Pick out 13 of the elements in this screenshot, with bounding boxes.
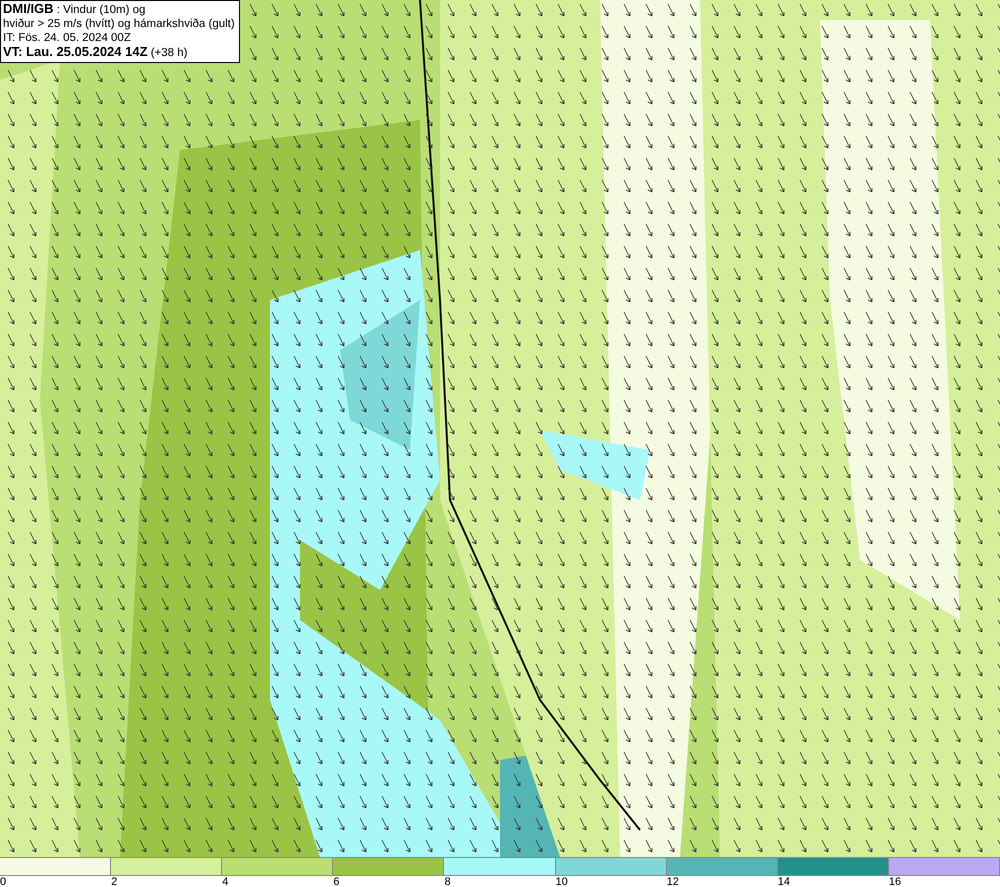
info-line: VT: Lau. 25.05.2024 14Z (+38 h) (3, 45, 188, 60)
info-line: DMI/IGB : Vindur (10m) og (3, 2, 146, 17)
legend-label: 16 (888, 876, 902, 887)
legend-label: 10 (556, 876, 568, 887)
legend-label: 8 (444, 876, 451, 887)
info-line: IT: Fös. 24. 05. 2024 00Z (3, 31, 132, 45)
legend-label: 12 (666, 876, 679, 887)
legend-label: 4 (222, 876, 228, 887)
legend-label: 6 (333, 876, 340, 887)
legend-label: 14 (778, 876, 790, 887)
legend-label: 0 (0, 876, 6, 887)
legend-label: 2 (111, 876, 118, 887)
info-line: hviður > 25 m/s (hvítt) og hámarkshviða (gult) (3, 17, 235, 31)
